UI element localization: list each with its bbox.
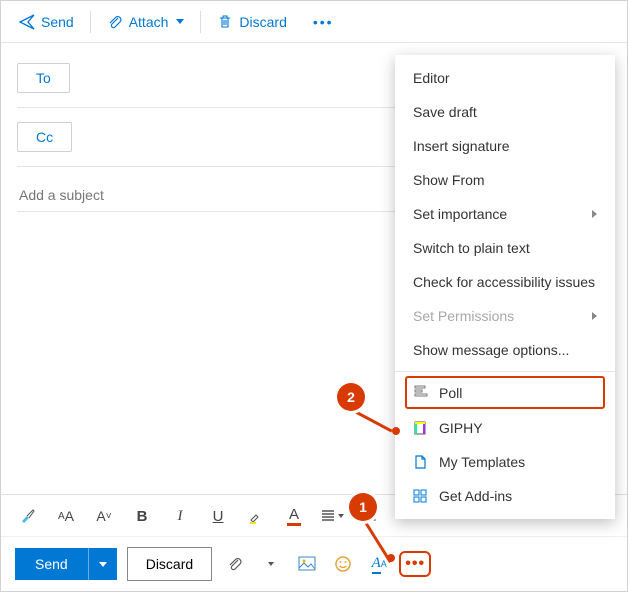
underline-button[interactable]: U [201,501,235,531]
send-icon [19,14,35,30]
menu-item-editor[interactable]: Editor [395,61,615,95]
trash-icon [217,14,233,30]
align-button[interactable] [315,501,349,531]
menu-item-insert-signature[interactable]: Insert signature [395,129,615,163]
menu-item-my-templates[interactable]: My Templates [395,445,615,479]
font-increase-button[interactable]: AA [49,501,83,531]
send-button[interactable]: Send [15,548,88,580]
format-painter-button[interactable] [11,501,45,531]
attach-icon [227,556,243,572]
addins-icon [411,487,429,505]
menu-separator [395,371,615,372]
menu-item-show-from[interactable]: Show From [395,163,615,197]
to-button[interactable]: To [17,63,70,93]
more-icon-highlighted: ••• [399,551,431,577]
chevron-down-icon [99,562,107,567]
menu-item-label: Set Permissions [413,308,514,324]
send-button-top[interactable]: Send [13,10,80,34]
menu-item-label: Show message options... [413,342,569,358]
highlighter-icon [247,507,265,525]
brush-icon [19,507,37,525]
giphy-icon [411,419,429,437]
bottom-action-bar: Send Discard AA ••• [1,536,627,591]
compose-toolbar: Send Attach Discard ••• [1,1,627,43]
menu-item-label: Switch to plain text [413,240,530,256]
picture-icon [298,556,316,572]
insert-picture-button[interactable] [294,552,320,576]
menu-item-check-for-accessibility-issues[interactable]: Check for accessibility issues [395,265,615,299]
callout-2-dot [392,427,400,435]
more-actions-bottom[interactable]: ••• [402,552,428,576]
poll-icon [413,383,429,402]
emoji-icon [334,555,352,573]
send-dropdown-button[interactable] [88,548,117,580]
emoji-button[interactable] [330,552,356,576]
cc-button[interactable]: Cc [17,122,72,152]
poll-label: Poll [439,385,462,401]
attach-button-bottom[interactable] [222,552,248,576]
menu-item-label: Set importance [413,206,507,222]
menu-item-set-permissions: Set Permissions [395,299,615,333]
callout-2-line [352,409,392,432]
giphy-label: GIPHY [439,420,483,436]
menu-item-giphy[interactable]: GIPHY [395,411,615,445]
callout-1: 1 [349,493,377,521]
menu-item-label: Check for accessibility issues [413,274,595,290]
callout-1-dot [387,554,395,562]
font-letter-big: A [65,508,74,524]
menu-item-set-importance[interactable]: Set importance [395,197,615,231]
discard-button[interactable]: Discard [127,547,212,581]
attach-label: Attach [129,14,169,30]
separator [90,11,91,33]
format-toggle-letter: A [372,555,381,574]
menu-item-switch-to-plain-text[interactable]: Switch to plain text [395,231,615,265]
bold-button[interactable]: B [125,501,159,531]
send-label: Send [41,14,74,30]
chevron-down-icon [338,514,344,518]
discard-button-top[interactable]: Discard [211,10,292,34]
chevron-right-icon [592,210,597,218]
chevron-right-icon [592,312,597,320]
font-letter-small2: ˅ [106,511,112,522]
discard-label: Discard [239,14,286,30]
menu-item-save-draft[interactable]: Save draft [395,95,615,129]
more-options-menu: Editor Save draft Insert signature Show Fro… [395,55,615,519]
menu-item-label: Show From [413,172,485,188]
addins-label: Get Add-ins [439,488,512,504]
chevron-down-icon [176,19,184,24]
more-actions-top[interactable]: ••• [307,10,340,34]
font-decrease-button[interactable]: A˅ [87,501,121,531]
chevron-down-icon [268,562,274,566]
separator [200,11,201,33]
callout-2: 2 [337,383,365,411]
font-color-letter: A [287,506,301,526]
menu-item-poll[interactable]: Poll [405,376,605,409]
menu-item-label: Editor [413,70,450,86]
attach-dropdown[interactable] [258,552,284,576]
menu-item-label: Save draft [413,104,477,120]
menu-item-label: Insert signature [413,138,510,154]
attach-icon [107,14,123,30]
italic-button[interactable]: I [163,501,197,531]
font-letter-small: A [58,511,65,522]
menu-item-get-addins[interactable]: Get Add-ins [395,479,615,513]
font-color-button[interactable]: A [277,501,311,531]
send-split-button: Send [15,548,117,580]
attach-button[interactable]: Attach [101,10,191,34]
more-icon: ••• [313,14,334,30]
align-icon [320,508,336,524]
templates-label: My Templates [439,454,525,470]
highlight-button[interactable] [239,501,273,531]
templates-icon [411,453,429,471]
menu-item-show-message-options-[interactable]: Show message options... [395,333,615,367]
font-letter-big2: A [96,508,105,524]
